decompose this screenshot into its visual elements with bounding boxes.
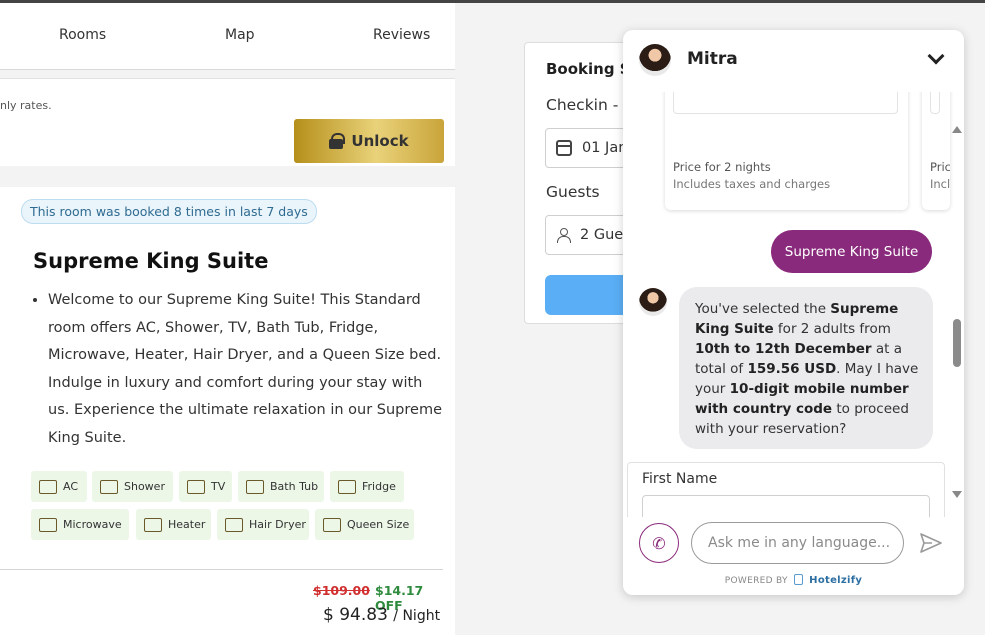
amenity-hair-dryer: Hair Dryer bbox=[217, 509, 309, 540]
brand-name[interactable]: Hotelzify bbox=[809, 575, 862, 586]
tv-icon bbox=[187, 479, 205, 494]
powered-by: POWERED BY Hotelzify bbox=[724, 574, 863, 586]
chat-scrollbar-thumb[interactable] bbox=[953, 319, 961, 367]
scroll-down-icon[interactable] bbox=[952, 491, 962, 498]
night-price: $ 94.83 / Night bbox=[323, 605, 440, 625]
chat-header: Mitra bbox=[623, 30, 964, 92]
chat-messages: Price for 2 nights Includes taxes and ch… bbox=[623, 92, 964, 517]
amenity-ac: AC bbox=[31, 471, 87, 502]
phone-icon: ✆ bbox=[652, 533, 666, 553]
first-name-input[interactable] bbox=[642, 495, 930, 517]
bath-tub-icon bbox=[246, 479, 264, 494]
booked-badge: This room was booked 8 times in last 7 d… bbox=[21, 199, 317, 224]
amenity-shower: Shower bbox=[92, 471, 173, 502]
hair-dryer-icon bbox=[225, 517, 243, 532]
booking-summary-title: Booking S bbox=[546, 60, 631, 78]
tile-image-area bbox=[673, 92, 898, 114]
tile-taxes-label: Includes taxes and charges bbox=[673, 177, 831, 191]
first-name-label: First Name bbox=[642, 471, 718, 487]
price-value: $ 94.83 bbox=[323, 605, 388, 625]
tile-2-image-area bbox=[930, 92, 940, 114]
bot-message-bubble: You've selected the Supreme King Suite f… bbox=[679, 287, 933, 449]
amenity-tv: TV bbox=[179, 471, 232, 502]
price-unit: / Night bbox=[393, 608, 441, 624]
guests-label: Guests bbox=[546, 183, 600, 201]
tile-2-price-label: Pric bbox=[930, 160, 950, 174]
tile-2-taxes-label: Inclu bbox=[930, 177, 950, 191]
room-card: This room was booked 8 times in last 7 d… bbox=[0, 187, 455, 635]
unlock-button[interactable]: Unlock bbox=[294, 119, 444, 163]
chat-message-input[interactable] bbox=[691, 522, 904, 564]
room-title: Supreme King Suite bbox=[33, 249, 269, 273]
chat-widget: Mitra Price for 2 nights Includes taxes … bbox=[623, 30, 964, 595]
room-option-tile-2[interactable]: Pric Inclu bbox=[922, 92, 950, 210]
agent-name: Mitra bbox=[687, 49, 738, 69]
microwave-icon bbox=[39, 517, 57, 532]
agent-avatar bbox=[639, 44, 671, 76]
call-button[interactable]: ✆ bbox=[639, 523, 679, 563]
checkin-label: Checkin - C bbox=[546, 96, 635, 114]
tab-map[interactable]: Map bbox=[225, 27, 255, 43]
guests-value: 2 Gue bbox=[580, 227, 624, 243]
heater-icon bbox=[144, 517, 162, 532]
bot-avatar bbox=[639, 288, 667, 316]
member-rates-card: nly rates. Unlock bbox=[0, 78, 455, 166]
calendar-icon bbox=[556, 140, 572, 156]
member-rates-text: nly rates. bbox=[0, 99, 52, 112]
room-description-text: Welcome to our Supreme King Suite! This … bbox=[48, 287, 448, 452]
user-icon bbox=[556, 228, 571, 243]
chevron-down-icon[interactable] bbox=[927, 47, 945, 65]
send-icon[interactable] bbox=[920, 533, 942, 553]
tab-rooms[interactable]: Rooms bbox=[59, 27, 106, 43]
amenity-bath-tub: Bath Tub bbox=[238, 471, 324, 502]
scroll-up-icon[interactable] bbox=[952, 126, 962, 133]
room-description: Welcome to our Supreme King Suite! This … bbox=[28, 287, 448, 452]
chat-footer: ✆ POWERED BY Hotelzify bbox=[623, 517, 964, 595]
tile-price-label: Price for 2 nights bbox=[673, 160, 771, 174]
amenity-queen-size: Queen Size bbox=[315, 509, 414, 540]
bed-icon bbox=[323, 517, 341, 532]
amenity-microwave: Microwave bbox=[31, 509, 129, 540]
hotelzify-logo-icon bbox=[793, 574, 803, 585]
ac-icon bbox=[39, 479, 57, 494]
user-message-bubble: Supreme King Suite bbox=[771, 230, 932, 273]
room-option-tile[interactable]: Price for 2 nights Includes taxes and ch… bbox=[665, 92, 908, 210]
amenity-fridge: Fridge bbox=[330, 471, 404, 502]
amenity-heater: Heater bbox=[136, 509, 211, 540]
unlock-button-label: Unlock bbox=[351, 132, 409, 150]
price-divider bbox=[0, 569, 443, 570]
tab-reviews[interactable]: Reviews bbox=[373, 27, 430, 43]
lock-icon bbox=[329, 133, 346, 149]
top-nav: Rooms Map Reviews bbox=[0, 3, 455, 70]
contact-form: First Name bbox=[627, 462, 945, 517]
checkin-date-value: 01 Jan bbox=[582, 140, 628, 156]
shower-icon bbox=[100, 479, 118, 494]
old-price: $109.00 bbox=[313, 583, 370, 598]
fridge-icon bbox=[338, 479, 356, 494]
